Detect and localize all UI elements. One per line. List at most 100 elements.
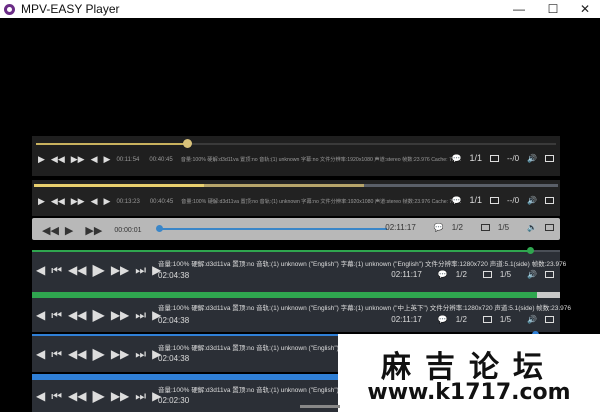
current-time: 02:04:38 — [158, 271, 190, 280]
seekbar[interactable] — [34, 184, 558, 187]
playlist-icon[interactable] — [482, 271, 492, 278]
seekbar-fill — [32, 292, 537, 298]
playlist-count: --/0 — [507, 153, 520, 163]
volume-icon[interactable]: 🔊 — [527, 223, 537, 232]
playlist-icon[interactable] — [490, 154, 500, 162]
rewind-icon[interactable]: ◀◀ — [68, 263, 86, 277]
next-icon[interactable]: ▶ — [104, 196, 111, 207]
playlist-icon[interactable] — [482, 316, 492, 323]
seekbar-fill — [36, 143, 186, 145]
skip-forward-icon[interactable]: ⏭ — [135, 389, 146, 404]
media-info: 音量:100% 硬解:d3d11va 置顶:no 音轨:(1) unknown … — [158, 261, 567, 268]
back-icon[interactable]: ◀ — [36, 308, 45, 322]
back-icon[interactable]: ◀ — [36, 347, 45, 361]
seekbar-knob[interactable] — [527, 247, 534, 254]
seekbar-buffer — [204, 184, 364, 187]
media-info: 音量:100% 硬解:d3d11va 置顶:no 音轨:(1) unknown … — [158, 387, 339, 394]
play-icon[interactable]: ▶ — [93, 305, 105, 325]
fullscreen-icon[interactable] — [545, 224, 554, 231]
forward-icon[interactable]: ▶▶ — [111, 263, 129, 277]
play-icon[interactable]: ▶ — [93, 344, 105, 364]
skip-forward-icon[interactable]: ⏭ — [135, 308, 146, 323]
subtitle-count: 1/2 — [451, 223, 463, 232]
skip-back-icon[interactable]: ⏮ — [51, 389, 62, 404]
skip-forward-icon[interactable]: ⏭ — [135, 347, 146, 362]
title-bar: MPV-EASY Player — ☐ ✕ — [0, 0, 600, 18]
rewind-icon[interactable]: ◀◀ — [68, 389, 86, 403]
play-icon[interactable]: ▶ — [93, 260, 105, 280]
fullscreen-icon[interactable] — [545, 196, 554, 204]
play-icon[interactable]: ▶ — [93, 386, 105, 406]
forward-icon[interactable]: ▶▶ — [111, 308, 129, 322]
seekbar-knob[interactable] — [156, 225, 163, 232]
prev-icon[interactable]: ◀ — [91, 154, 98, 165]
rewind-icon[interactable]: ◀◀ — [68, 308, 86, 322]
maximize-button[interactable]: ☐ — [536, 0, 570, 18]
minimize-button[interactable]: — — [502, 0, 536, 18]
back-icon[interactable]: ◀ — [36, 263, 45, 277]
volume-icon[interactable]: 🔊 — [527, 196, 537, 205]
chapter-icon[interactable]: 💬 — [452, 154, 462, 163]
media-info: 音量:100% 硬解:d3d11va 置顶:no 音轨:(1) unknown … — [180, 157, 461, 163]
rewind-icon[interactable]: ◀◀ — [68, 347, 86, 361]
fullscreen-icon[interactable] — [545, 154, 554, 162]
play-icon[interactable]: ▶ — [38, 154, 45, 165]
scroll-indicator[interactable] — [300, 405, 340, 408]
skip-back-icon[interactable]: ⏮ — [51, 263, 62, 278]
chapter-count: 1/1 — [469, 195, 483, 205]
volume-icon[interactable]: 🔊 — [527, 315, 537, 324]
seekbar-fill — [32, 250, 530, 252]
osc-bar-4: ◀ ⏮ ◀◀ ▶ ▶▶ ⏭ ▶ 音量:100% 硬解:d3d11va 置顶:no… — [32, 247, 566, 292]
skip-back-icon[interactable]: ⏮ — [51, 308, 62, 323]
window-title: MPV-EASY Player — [21, 2, 120, 16]
forward-icon[interactable]: ▶▶ — [85, 224, 102, 237]
osc-bar-2: ▶ ◀◀ ▶▶ ◀ ▶ 00:13:23 00:40:45 音量:100% 硬解… — [32, 180, 560, 216]
subtitle-icon[interactable]: 💬 — [438, 315, 448, 324]
forward-icon[interactable]: ▶▶ — [71, 154, 85, 165]
subtitle-icon[interactable]: 💬 — [434, 223, 444, 232]
volume-icon[interactable]: 🔊 — [527, 270, 537, 279]
fullscreen-icon[interactable] — [545, 316, 554, 323]
chapter-count: 1/1 — [469, 153, 483, 163]
osc-bar-1: ▶ ◀◀ ▶▶ ◀ ▶ 00:11:54 00:40:45 音量:100% 硬解… — [32, 136, 560, 176]
forward-icon[interactable]: ▶▶ — [71, 196, 85, 207]
duration: 02:11:17 — [385, 223, 416, 232]
seekbar[interactable] — [32, 247, 560, 254]
media-info: 音量:100% 硬解:d3d11va 置顶:no 音轨:(1) unknown … — [158, 305, 571, 312]
playlist-count: 1/5 — [497, 223, 510, 232]
duration: 00:40:45 — [149, 198, 174, 205]
close-button[interactable]: ✕ — [570, 0, 600, 18]
current-time: 00:11:54 — [116, 156, 140, 163]
play-icon[interactable]: ▶ — [65, 224, 73, 237]
volume-icon[interactable]: 🔊 — [527, 154, 537, 163]
skip-forward-icon[interactable]: ⏭ — [135, 263, 146, 278]
seekbar-fill — [34, 184, 204, 187]
rewind-icon[interactable]: ◀◀ — [51, 196, 65, 207]
rewind-icon[interactable]: ◀◀ — [51, 154, 65, 165]
seekbar-knob[interactable] — [183, 139, 192, 148]
seekbar[interactable] — [32, 292, 560, 298]
rewind-icon[interactable]: ◀◀ — [42, 224, 59, 237]
media-info: 音量:100% 硬解:d3d11va 置顶:no 音轨:(1) unknown … — [181, 199, 462, 205]
skip-back-icon[interactable]: ⏮ — [51, 347, 62, 362]
subtitle-count: 1/2 — [455, 270, 467, 279]
window-buttons: — ☐ ✕ — [502, 0, 600, 18]
current-time: 00:13:23 — [116, 198, 140, 205]
duration: 00:40:45 — [149, 156, 173, 163]
playlist-icon[interactable] — [480, 224, 490, 231]
osc-bar-3: ◀◀ ▶ ▶▶ 00:00:01 02:11:17 💬 1/2 1/5 🔊 — [32, 218, 560, 240]
back-icon[interactable]: ◀ — [36, 389, 45, 403]
seekbar[interactable] — [159, 228, 387, 230]
watermark-url: www.k1717.com — [367, 380, 571, 405]
play-icon[interactable]: ▶ — [38, 196, 45, 207]
forward-icon[interactable]: ▶▶ — [111, 389, 129, 403]
fullscreen-icon[interactable] — [545, 271, 554, 278]
chapter-icon[interactable]: 💬 — [452, 196, 462, 205]
seekbar[interactable] — [36, 139, 556, 148]
watermark-logo: 麻吉论坛 www.k1717.com — [338, 334, 600, 412]
subtitle-icon[interactable]: 💬 — [438, 270, 448, 279]
prev-icon[interactable]: ◀ — [91, 196, 98, 207]
forward-icon[interactable]: ▶▶ — [111, 347, 129, 361]
next-icon[interactable]: ▶ — [104, 154, 111, 165]
playlist-icon[interactable] — [490, 196, 500, 204]
